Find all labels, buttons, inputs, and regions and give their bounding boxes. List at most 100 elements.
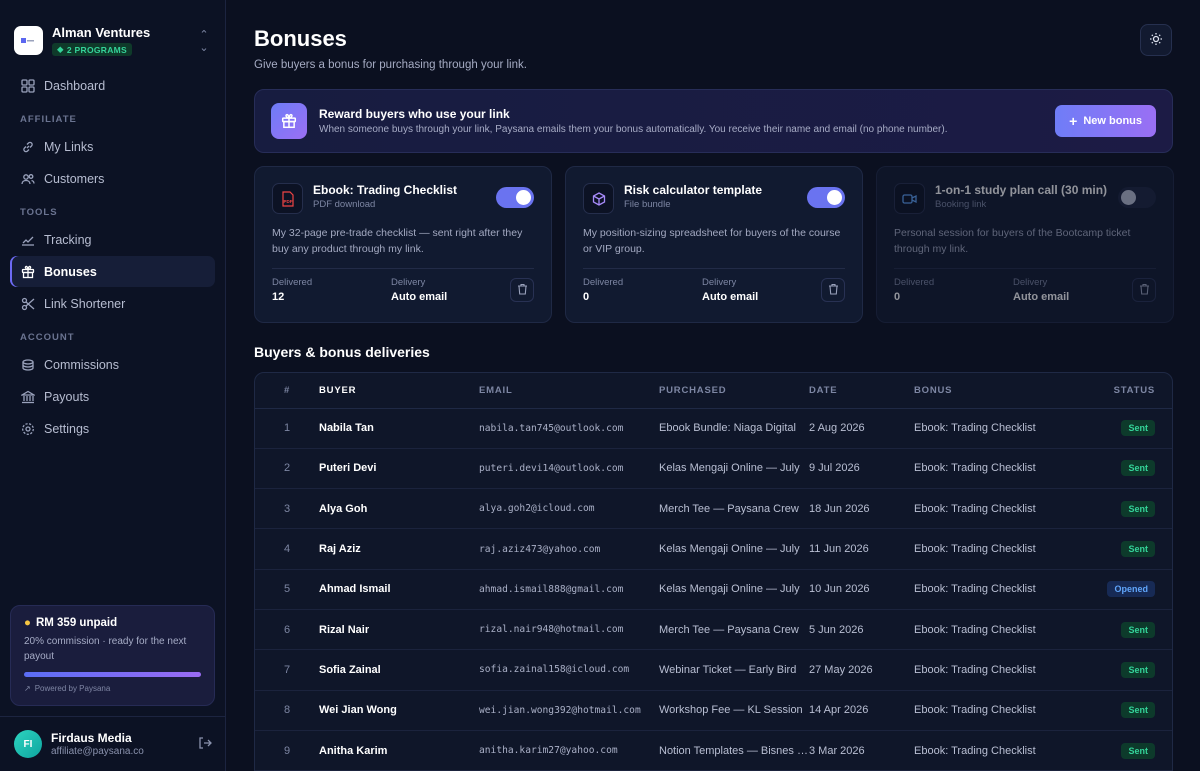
purchased-product: Kelas Mengaji Online — July: [659, 448, 809, 490]
sidebar-item-settings[interactable]: Settings: [10, 413, 215, 444]
table-row[interactable]: 9 Anitha Karim anitha.karim27@yahoo.com Not…: [255, 730, 1172, 771]
gem-icon: ◆: [57, 44, 64, 54]
delivered-label: Delivered: [583, 277, 624, 288]
bonus-enabled-toggle[interactable]: [496, 187, 534, 208]
sidebar-item-commissions[interactable]: Commissions: [10, 349, 215, 380]
status-badge: Sent: [1121, 621, 1155, 638]
buyer-email: rizal.nair948@hotmail.com: [479, 609, 659, 651]
sidebar-item-tracking[interactable]: Tracking: [10, 224, 215, 255]
bonus-name: Ebook: Trading Checklist: [914, 609, 1094, 651]
sidebar-item-dashboard[interactable]: Dashboard: [10, 70, 215, 101]
bonus-title: 1-on-1 study plan call (30 min): [935, 183, 1108, 197]
sidebar-item-my-links[interactable]: My Links: [10, 131, 215, 162]
col-header-email[interactable]: EMAIL: [479, 373, 659, 409]
logout-icon[interactable]: [198, 736, 212, 753]
bonus-description: My position-sizing spreadsheet for buyer…: [583, 227, 841, 255]
bonus-cards: PDF Ebook: Trading Checklist PDF downloa…: [254, 166, 1174, 323]
bonus-enabled-toggle[interactable]: [807, 187, 845, 208]
col-header-date[interactable]: DATE: [809, 373, 914, 409]
org-logo: [14, 26, 43, 55]
sidebar-item-link-shortener[interactable]: Link Shortener: [10, 288, 215, 319]
chevron-updown-icon[interactable]: ⌃ ⌄: [197, 28, 211, 54]
buyer-email: puteri.devi14@outlook.com: [479, 448, 659, 490]
bonus-card: 1-on-1 study plan call (30 min) Booking …: [876, 166, 1174, 323]
table-row[interactable]: 7 Sofia Zainal sofia.zainal158@icloud.com W…: [255, 649, 1172, 691]
purchase-date: 9 Jul 2026: [809, 448, 914, 490]
programs-badge-label: 2 PROGRAMS: [66, 44, 127, 55]
purchase-date: 14 Apr 2026: [809, 690, 914, 731]
bonus-info-banner: Reward buyers who use your link When som…: [254, 89, 1173, 153]
bonus-name: Ebook: Trading Checklist: [914, 649, 1094, 691]
sidebar-item-customers[interactable]: Customers: [10, 163, 215, 194]
sidebar-item-payouts[interactable]: Payouts: [10, 381, 215, 412]
scissors-icon: [20, 296, 35, 311]
trend-icon: [20, 232, 35, 247]
sidebar-item-bonuses[interactable]: Bonuses: [10, 256, 215, 287]
row-number: 2: [255, 448, 319, 490]
row-number: 1: [255, 408, 319, 449]
gear-icon: [20, 421, 35, 436]
status-cell: Opened: [1094, 569, 1172, 610]
app: Alman Ventures ◆ 2 PROGRAMS ⌃ ⌄ Dashboard …: [0, 0, 1200, 771]
status-cell: Sent: [1094, 649, 1172, 691]
delivery-method: Auto email: [391, 291, 448, 303]
divider: [894, 268, 1156, 269]
purchased-product: Kelas Mengaji Online — July: [659, 569, 809, 610]
divider: [583, 268, 845, 269]
buyer-name: Anitha Karim: [319, 730, 479, 771]
svg-text:PDF: PDF: [283, 199, 292, 204]
sidebar-item-label: Tracking: [44, 232, 92, 247]
page-title: Bonuses: [254, 26, 347, 51]
table-row[interactable]: 8 Wei Jian Wong wei.jian.wong392@hotmail.c…: [255, 690, 1172, 731]
table-row[interactable]: 4 Raj Aziz raj.aziz473@yahoo.com Kelas Meng…: [255, 528, 1172, 570]
delete-bonus-button[interactable]: [821, 278, 845, 302]
banner-description: When someone buys through your link, Pay…: [319, 124, 948, 135]
col-header-purchased[interactable]: PURCHASED: [659, 373, 809, 409]
sidebar-item-label: Bonuses: [44, 264, 97, 279]
powered-by: Powered by Paysana: [34, 684, 111, 693]
unpaid-amount: RM 359 unpaid: [35, 617, 118, 629]
table-header-row: # BUYER EMAIL PURCHASED DATE BONUS STATU…: [255, 373, 1172, 409]
table-row[interactable]: 5 Ahmad Ismail ahmad.ismail888@gmail.com Ke…: [255, 569, 1172, 610]
col-header-status[interactable]: STATUS: [1094, 373, 1172, 409]
pdf-icon: PDF: [272, 183, 303, 214]
plus-icon: +: [1069, 113, 1078, 129]
user-profile[interactable]: FI Firdaus Media affiliate@paysana.co: [0, 716, 226, 771]
purchase-date: 2 Aug 2026: [809, 408, 914, 449]
table-row[interactable]: 2 Puteri Devi puteri.devi14@outlook.com Kel…: [255, 448, 1172, 490]
bonus-type: Booking link: [935, 199, 987, 210]
col-header-buyer[interactable]: BUYER: [319, 373, 479, 409]
bonus-name: Ebook: Trading Checklist: [914, 730, 1094, 771]
avatar: FI: [14, 730, 42, 758]
bonus-enabled-toggle[interactable]: [1118, 187, 1156, 208]
delivery-label: Delivery: [391, 277, 426, 288]
table-row[interactable]: 6 Rizal Nair rizal.nair948@hotmail.com Merc…: [255, 609, 1172, 651]
sidebar-item-label: Commissions: [44, 357, 120, 372]
gift-icon: [20, 264, 35, 279]
status-badge: Sent: [1121, 460, 1155, 477]
theme-toggle-button[interactable]: [1140, 24, 1172, 56]
table-row[interactable]: 1 Nabila Tan nabila.tan745@outlook.com Eboo…: [255, 408, 1172, 449]
buyer-name: Raj Aziz: [319, 528, 479, 570]
user-email: affiliate@paysana.co: [51, 746, 144, 757]
purchased-product: Webinar Ticket — Early Bird: [659, 649, 809, 691]
delete-bonus-button[interactable]: [510, 278, 534, 302]
purchase-date: 18 Jun 2026: [809, 488, 914, 530]
delete-bonus-button[interactable]: [1132, 278, 1156, 302]
new-bonus-button[interactable]: + New bonus: [1055, 105, 1156, 137]
payout-progress-bar: [24, 672, 201, 677]
box-icon: [583, 183, 614, 214]
status-cell: Sent: [1094, 488, 1172, 530]
table-row[interactable]: 3 Alya Goh alya.goh2@icloud.com Merch Tee —…: [255, 488, 1172, 530]
org-switcher[interactable]: Alman Ventures ◆ 2 PROGRAMS ⌃ ⌄: [0, 0, 225, 64]
deliveries-section-title: Buyers & bonus deliveries: [254, 344, 430, 360]
col-header-bonus[interactable]: BONUS: [914, 373, 1094, 409]
bonus-name: Ebook: Trading Checklist: [914, 408, 1094, 449]
sidebar-item-label: Dashboard: [44, 78, 106, 93]
row-number: 7: [255, 649, 319, 691]
programs-badge: ◆ 2 PROGRAMS: [52, 43, 132, 56]
unpaid-subtitle: 20% commission · ready for the next payo…: [24, 636, 187, 662]
bonus-card: PDF Ebook: Trading Checklist PDF downloa…: [254, 166, 552, 323]
purchase-date: 11 Jun 2026: [809, 528, 914, 570]
buyer-email: anitha.karim27@yahoo.com: [479, 730, 659, 771]
